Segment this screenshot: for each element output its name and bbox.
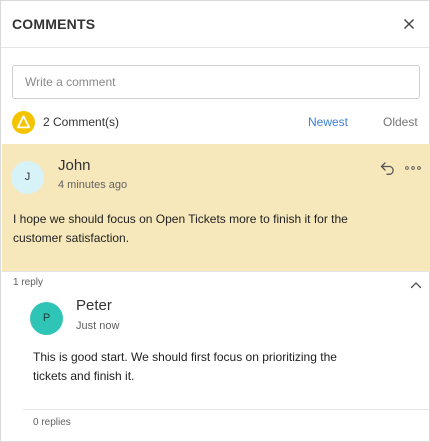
more-options-icon[interactable] xyxy=(404,161,422,175)
nested-reply-count[interactable]: 0 replies xyxy=(33,417,71,428)
divider xyxy=(23,409,429,410)
reply-icon[interactable] xyxy=(380,161,396,175)
reply-body: This is good start. We should first focu… xyxy=(33,350,337,383)
replies-toggle-bar: 1 reply xyxy=(2,271,430,291)
comments-panel: COMMENTS 2 Comment(s) Newest Oldest J Jo… xyxy=(0,0,430,442)
comment-timestamp: 4 minutes ago xyxy=(58,179,128,191)
comment-input[interactable] xyxy=(12,65,420,99)
panel-title: COMMENTS xyxy=(12,16,96,32)
chevron-up-icon[interactable] xyxy=(410,277,422,289)
close-icon[interactable] xyxy=(399,14,419,34)
sort-oldest-button[interactable]: Oldest xyxy=(383,115,418,129)
reply-timestamp: Just now xyxy=(76,320,120,332)
comments-badge-icon xyxy=(12,111,35,134)
comment-body: I hope we should focus on Open Tickets m… xyxy=(13,212,348,245)
panel-header: COMMENTS xyxy=(1,1,429,48)
reply-count[interactable]: 1 reply xyxy=(13,277,43,288)
avatar: P xyxy=(30,302,63,335)
sort-newest-button[interactable]: Newest xyxy=(308,115,348,129)
comment-author: John xyxy=(58,157,91,174)
comment-item: J John 4 minutes ago I hope we should fo… xyxy=(2,144,430,271)
reply-author: Peter xyxy=(76,297,112,314)
avatar: J xyxy=(11,161,44,194)
reply-item: P Peter Just now This is good start. We … xyxy=(23,291,429,441)
comment-count: 2 Comment(s) xyxy=(43,115,120,129)
